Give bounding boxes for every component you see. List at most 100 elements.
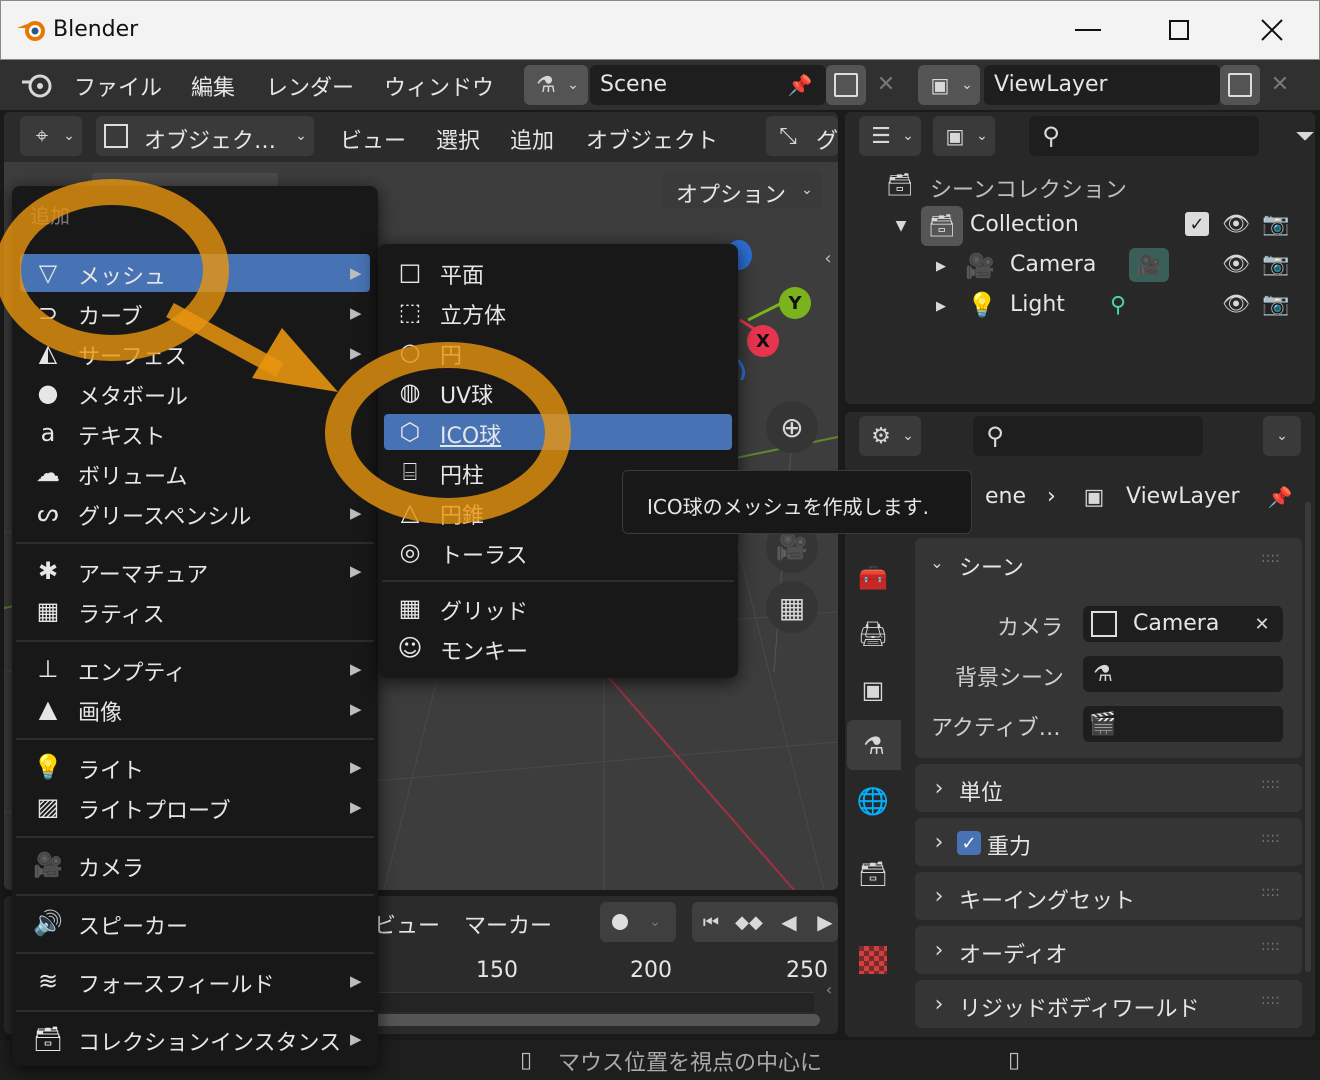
properties-editor-type[interactable]: ⚙ ⌄ [859,416,921,456]
audio-panel[interactable]: › オーディオ :::: [915,926,1302,974]
play-icon[interactable]: ▶ [812,908,838,936]
menu-object[interactable]: オブジェクト [586,123,718,155]
add-menu-item-speaker[interactable]: 🔊 スピーカー [20,904,370,942]
play-reverse-icon[interactable]: ◀ [774,908,804,936]
menu-file[interactable]: ファイル [74,70,162,102]
menu-view[interactable]: ビュー [340,123,406,155]
keying-sets-panel[interactable]: › キーイングセット :::: [915,872,1302,920]
mesh-submenu-item-monkey[interactable]: ☺ モンキー [384,630,732,666]
view-layer-name-field[interactable]: ViewLayer [984,65,1220,105]
add-menu-item-collection-instance[interactable]: 🗃 コレクションインスタンス ▶ [20,1020,370,1058]
background-scene-field[interactable]: ⚗ [1083,656,1283,692]
visibility-eye-icon[interactable]: 👁 [1221,250,1251,278]
output-tab-icon[interactable]: ▣ [855,672,891,708]
mesh-submenu-item-ico-sphere[interactable]: ⬡ ICO球 [384,414,732,450]
outliner-search-field[interactable]: ⚲ [1029,116,1259,156]
view-layer-selector[interactable]: ▣ ⌄ [918,65,980,105]
close-window-button[interactable] [1260,18,1284,42]
jump-keyframe-icon[interactable]: ◆◆ [732,908,766,936]
auto-keying-toggle[interactable]: ⌄ [600,902,676,942]
clear-camera-icon[interactable]: ✕ [1249,611,1275,637]
timeline-sidebar-toggle-icon[interactable]: ‹ [822,974,836,1004]
sidebar-toggle-icon[interactable]: ‹ [818,246,838,270]
collection-label[interactable]: Collection [970,212,1079,237]
properties-options-dropdown[interactable]: ⌄ [1263,416,1301,456]
mesh-submenu-item-cube[interactable]: ⬚ 立方体 [384,294,732,330]
collection-tab-icon[interactable]: 🗃 [855,856,891,892]
texture-tab-icon[interactable] [859,946,887,974]
properties-scrollbar[interactable] [1305,502,1311,972]
world-tab-icon[interactable]: 🌐 [855,784,891,820]
add-menu-item-surface[interactable]: ◭ サーフェス ▶ [20,334,370,372]
rigid-body-world-panel[interactable]: › リジッドボディワールド :::: [915,980,1302,1028]
delete-scene-icon[interactable]: ✕ [872,70,900,98]
menu-add[interactable]: 追加 [510,123,554,155]
menu-render[interactable]: レンダー [266,70,354,102]
add-menu-item-force-field[interactable]: ≋ フォースフィールド ▶ [20,962,370,1000]
playback-controls[interactable]: ⏮ ◆◆ ◀ ▶ [692,902,838,942]
expand-collection-icon[interactable]: ▼ [891,214,911,238]
outliner-editor-type[interactable]: ☰ ⌄ [859,116,921,156]
new-view-layer-button[interactable] [1220,65,1260,105]
options-dropdown[interactable]: オプション ⌄ [662,171,822,209]
display-mode-selector[interactable]: ▣ ⌄ [933,116,995,156]
pin-icon[interactable]: 📌 [1265,482,1295,512]
tool-tab-icon[interactable]: 🧰 [855,560,891,596]
light-data-icon[interactable]: ⚲ [1103,288,1133,322]
timeline-menu-view[interactable]: ビュー [374,908,440,940]
drag-handle-icon[interactable]: :::: [1261,830,1280,846]
properties-search-field[interactable]: ⚲ [973,416,1203,456]
perspective-toggle-icon[interactable]: ▦ [766,581,818,633]
scene-name-field[interactable]: Scene 📌 [590,65,826,105]
add-menu-item-empty[interactable]: ⊥ エンプティ ▶ [20,650,370,688]
zoom-icon[interactable]: ⊕ [766,401,818,453]
add-menu-item-grease-pencil[interactable]: ᔕ グリースペンシル ▶ [20,494,370,532]
visibility-eye-icon[interactable]: 👁 [1221,290,1251,318]
add-menu-item-lattice[interactable]: ▦ ラティス [20,592,370,630]
render-camera-icon[interactable]: 📷 [1261,210,1291,238]
blender-menu-icon[interactable] [20,70,54,100]
visibility-eye-icon[interactable]: 👁 [1221,210,1251,238]
mode-selector[interactable]: オブジェク… ⌄ [96,116,314,156]
minimize-button[interactable] [1075,29,1101,31]
scene-collection-label[interactable]: シーンコレクション [930,172,1127,204]
render-tab-icon[interactable]: 🖨 [855,616,891,652]
delete-view-layer-icon[interactable]: ✕ [1266,70,1294,98]
select-mode-buttons[interactable] [92,173,278,187]
menu-select[interactable]: 選択 [436,123,480,155]
transform-orientation-selector[interactable]: ⤡ グ [766,116,838,156]
units-panel[interactable]: › 単位 :::: [915,764,1302,812]
outliner-item-camera[interactable]: Camera [1010,252,1096,277]
add-menu-item-curve[interactable]: ⊃ カーブ ▶ [20,294,370,332]
render-camera-icon[interactable]: 📷 [1261,290,1291,318]
pin-icon[interactable]: 📌 [786,71,814,99]
scene-selector[interactable]: ⚗ ⌄ [524,65,588,105]
timeline-menu-marker[interactable]: マーカー [464,908,552,940]
add-menu-item-image[interactable]: ▲ 画像 ▶ [20,690,370,728]
drag-handle-icon[interactable]: :::: [1261,938,1280,954]
expand-camera-icon[interactable]: ▶ [931,254,951,278]
mesh-submenu-item-plane[interactable]: □ 平面 [384,254,732,290]
camera-data-icon[interactable]: 🎥 [1129,248,1169,282]
add-menu-item-armature[interactable]: ✱ アーマチュア ▶ [20,552,370,590]
menu-edit[interactable]: 編集 [191,70,235,102]
jump-start-icon[interactable]: ⏮ [696,908,726,936]
mesh-submenu-item-torus[interactable]: ◎ トーラス [384,534,732,570]
drag-handle-icon[interactable]: :::: [1261,884,1280,900]
drag-handle-icon[interactable]: :::: [1261,992,1280,1008]
add-menu-item-mesh[interactable]: ▽ メッシュ ▶ [20,254,370,292]
gravity-panel[interactable]: › ✓ 重力 :::: [915,818,1302,866]
editor-type-selector[interactable]: ⌖ ⌄ [20,116,82,156]
add-menu-item-volume[interactable]: ☁ ボリューム [20,454,370,492]
scene-panel-title[interactable]: シーン [959,550,1024,582]
scene-tab[interactable]: ⚗ [847,720,901,770]
expand-light-icon[interactable]: ▶ [931,294,951,318]
mesh-submenu-item-circle[interactable]: ○ 円 [384,334,732,370]
camera-field[interactable]: Camera ✕ [1083,606,1283,642]
mesh-submenu-item-uv-sphere[interactable]: ◍ UV球 [384,374,732,410]
gravity-checkbox[interactable]: ✓ [957,831,981,855]
timeline-track[interactable] [374,992,814,1012]
timeline-scrollbar[interactable] [374,1014,820,1026]
add-menu-item-metaball[interactable]: ● メタボール [20,374,370,412]
render-camera-icon[interactable]: 📷 [1261,250,1291,278]
